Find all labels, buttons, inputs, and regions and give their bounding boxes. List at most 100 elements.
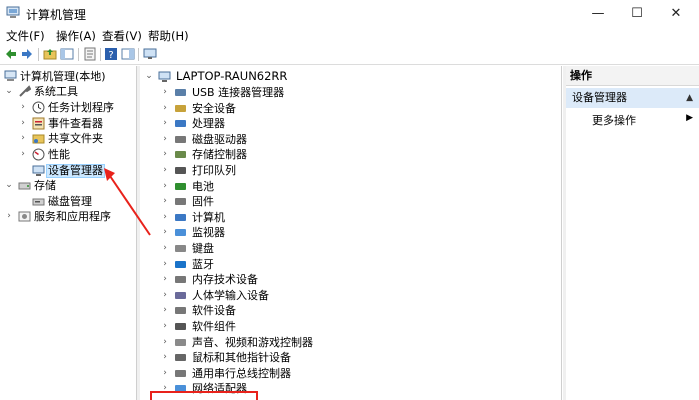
- tree-item-shared-folders[interactable]: › 共享文件夹: [2, 131, 136, 146]
- chevron-right-icon[interactable]: ›: [18, 100, 28, 115]
- chevron-right-icon[interactable]: ›: [160, 288, 170, 303]
- more-actions-link[interactable]: 更多操作: [592, 112, 636, 128]
- tree-item-services-apps[interactable]: › 服务和应用程序: [2, 209, 136, 224]
- chevron-right-icon[interactable]: ›: [160, 241, 170, 256]
- chevron-right-icon[interactable]: ›: [160, 303, 170, 318]
- actions-section-device-manager[interactable]: 设备管理器 ▲: [566, 88, 699, 108]
- chevron-right-icon[interactable]: ›: [4, 209, 14, 224]
- help-icon[interactable]: ?: [104, 47, 118, 61]
- device-category-item[interactable]: › 安全设备: [158, 101, 538, 116]
- chevron-down-icon[interactable]: ⌄: [144, 69, 154, 84]
- show-hide-tree-icon[interactable]: [60, 47, 74, 61]
- actions-pane: 操作 设备管理器 ▲ 更多操作 ▶: [566, 66, 699, 400]
- device-category-item[interactable]: › 处理器: [158, 116, 538, 131]
- device-tree-root[interactable]: ⌄ LAPTOP-RAUN62RR: [144, 69, 544, 84]
- device-category-item[interactable]: › USB 连接器管理器: [158, 85, 538, 100]
- action-pane-icon[interactable]: [121, 47, 135, 61]
- tree-item-performance[interactable]: › 性能: [2, 147, 136, 162]
- menu-action[interactable]: 操作(A): [56, 28, 96, 44]
- chevron-right-icon[interactable]: ›: [160, 257, 170, 272]
- device-category-item[interactable]: › 声音、视频和游戏控制器: [158, 335, 538, 350]
- device-manager-icon: [32, 165, 45, 176]
- device-category-item[interactable]: › 监视器: [158, 225, 538, 240]
- clock-icon: [32, 101, 45, 114]
- device-category-item[interactable]: › 电池: [158, 179, 538, 194]
- console-tree-pane[interactable]: 计算机管理(本地) ⌄ 系统工具 › 任务计划程序 › 事件查看器 › 共享文件…: [0, 66, 137, 400]
- monitor-icon[interactable]: [143, 47, 157, 61]
- device-category-label: 监视器: [192, 226, 225, 240]
- tree-item-root[interactable]: 计算机管理(本地): [2, 69, 136, 84]
- chevron-right-icon[interactable]: ›: [18, 116, 28, 131]
- device-category-item[interactable]: › 磁盘驱动器: [158, 132, 538, 147]
- window-title: 计算机管理: [26, 8, 87, 22]
- chevron-right-icon[interactable]: ›: [160, 194, 170, 209]
- menu-file[interactable]: 文件(F): [6, 28, 45, 44]
- device-category-item[interactable]: › 内存技术设备: [158, 272, 538, 287]
- device-category-item[interactable]: › 软件设备: [158, 303, 538, 318]
- chevron-right-icon[interactable]: ›: [160, 132, 170, 147]
- minimize-button[interactable]: —: [576, 0, 620, 26]
- toolbar-separator: [100, 48, 101, 61]
- device-category-item[interactable]: › 人体学输入设备: [158, 288, 538, 303]
- maximize-button[interactable]: ☐: [615, 0, 659, 26]
- tree-label: 服务和应用程序: [34, 210, 111, 223]
- chevron-right-icon[interactable]: ›: [160, 163, 170, 178]
- device-category-icon: [175, 182, 186, 190]
- chevron-right-icon[interactable]: ›: [160, 335, 170, 350]
- device-category-label: 鼠标和其他指针设备: [192, 351, 291, 365]
- chevron-right-icon[interactable]: ›: [160, 179, 170, 194]
- chevron-right-icon[interactable]: ›: [160, 101, 170, 116]
- chevron-right-icon[interactable]: ›: [160, 210, 170, 225]
- device-tree-pane[interactable]: ⌄ LAPTOP-RAUN62RR › USB 连接器管理器 › 安全设备 › 处理器 › 磁…: [140, 66, 562, 400]
- device-category-item[interactable]: › 通用串行总线控制器: [158, 366, 538, 381]
- tree-label: 任务计划程序: [48, 101, 114, 114]
- forward-icon[interactable]: [20, 47, 34, 61]
- chevron-right-icon[interactable]: ›: [18, 147, 28, 162]
- chevron-right-icon[interactable]: ›: [160, 272, 170, 287]
- chevron-right-icon[interactable]: ›: [160, 116, 170, 131]
- device-category-item[interactable]: › 软件组件: [158, 319, 538, 334]
- back-icon[interactable]: [4, 47, 18, 61]
- up-folder-icon[interactable]: [43, 47, 57, 61]
- tree-item-event-viewer[interactable]: › 事件查看器: [2, 116, 136, 131]
- chevron-right-icon[interactable]: ›: [160, 147, 170, 162]
- tree-label: 磁盘管理: [48, 195, 92, 208]
- chevron-right-icon[interactable]: ›: [160, 350, 170, 365]
- device-category-item[interactable]: › 鼠标和其他指针设备: [158, 350, 538, 365]
- tree-item-device-manager[interactable]: 设备管理器: [2, 163, 136, 178]
- device-category-label: 蓝牙: [192, 257, 214, 271]
- device-category-item[interactable]: › 键盘: [158, 241, 538, 256]
- chevron-right-icon[interactable]: ›: [18, 131, 28, 146]
- properties-icon[interactable]: [83, 47, 97, 61]
- chevron-right-icon[interactable]: ›: [160, 85, 170, 100]
- device-category-item[interactable]: › 固件: [158, 194, 538, 209]
- chevron-down-icon[interactable]: ⌄: [4, 84, 14, 99]
- device-category-icon: [175, 338, 186, 346]
- tree-item-storage[interactable]: ⌄ 存储: [2, 178, 136, 193]
- menu-help[interactable]: 帮助(H): [148, 28, 189, 44]
- collapse-up-icon[interactable]: ▲: [686, 88, 693, 108]
- chevron-right-icon[interactable]: ›: [160, 366, 170, 381]
- device-category-item[interactable]: › 蓝牙: [158, 257, 538, 272]
- device-category-item[interactable]: › 打印队列: [158, 163, 538, 178]
- chevron-down-icon[interactable]: ⌄: [4, 178, 14, 193]
- menu-view[interactable]: 查看(V): [102, 28, 142, 44]
- toolbar-separator: [38, 48, 39, 61]
- device-category-icon: [175, 213, 186, 221]
- chevron-right-icon[interactable]: ›: [160, 225, 170, 240]
- tree-item-system-tools[interactable]: ⌄ 系统工具: [2, 84, 136, 99]
- device-category-icon: [175, 369, 186, 377]
- performance-icon: [32, 148, 45, 161]
- device-category-item[interactable]: › 存储控制器: [158, 147, 538, 162]
- tree-label: 存储: [34, 179, 56, 192]
- tree-item-task-scheduler[interactable]: › 任务计划程序: [2, 100, 136, 115]
- device-category-label: 存储控制器: [192, 148, 247, 162]
- chevron-right-icon[interactable]: ›: [160, 319, 170, 334]
- tree-item-disk-management[interactable]: 磁盘管理: [2, 194, 136, 209]
- device-category-icon: [175, 104, 186, 112]
- device-category-label: 打印队列: [192, 164, 236, 177]
- device-category-icon: [175, 89, 186, 96]
- close-button[interactable]: ✕: [654, 0, 698, 26]
- device-category-icon: [175, 229, 186, 237]
- device-category-item[interactable]: › 计算机: [158, 210, 538, 225]
